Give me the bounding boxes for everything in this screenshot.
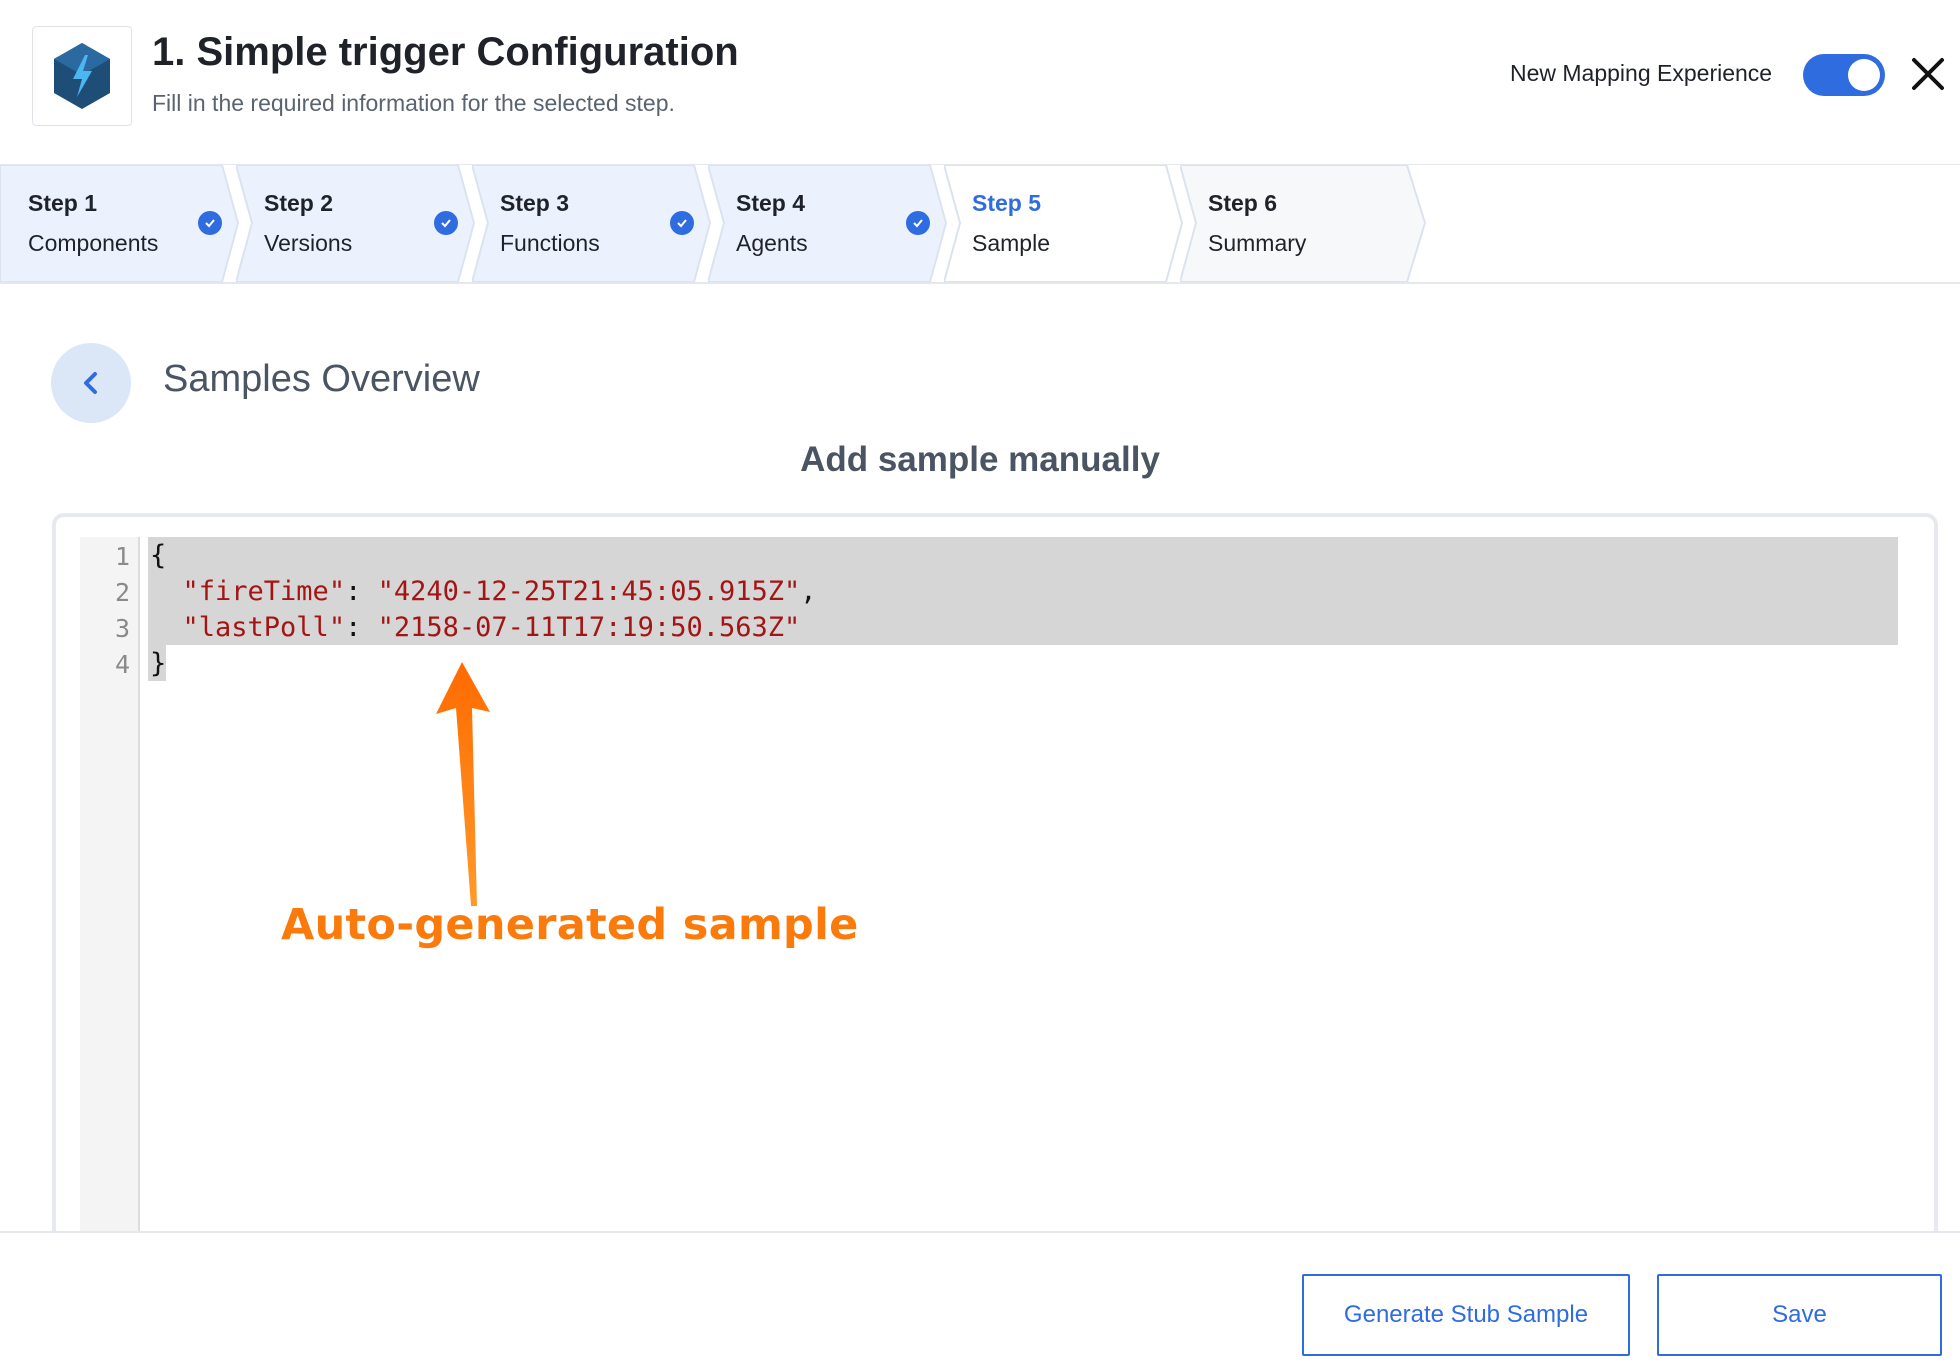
json-value: "4240-12-25T21:45:05.915Z": [377, 576, 801, 607]
json-key: "lastPoll": [182, 612, 346, 643]
line-number: 1: [114, 542, 130, 571]
chevron-left-icon: [84, 372, 97, 394]
generate-stub-sample-button[interactable]: Generate Stub Sample: [1302, 1274, 1630, 1356]
back-button[interactable]: [51, 343, 131, 423]
step-title: Step 1: [28, 190, 98, 216]
checkmark-icon: [434, 211, 458, 235]
line-number-gutter: 1 2 3 4: [80, 537, 140, 1237]
step-sample[interactable]: Step 5 Sample: [944, 165, 1184, 282]
code-content[interactable]: { "fireTime": "4240-12-25T21:45:05.915Z"…: [148, 537, 1904, 1237]
close-icon: [1912, 58, 1944, 90]
code-line: "fireTime": "4240-12-25T21:45:05.915Z",: [182, 576, 817, 607]
json-key: "fireTime": [182, 576, 346, 607]
step-progress-bar: Step 1 Components Step 2 Versions Step 3…: [0, 165, 1960, 284]
step-components[interactable]: Step 1 Components: [0, 165, 240, 282]
step-label: Components: [28, 230, 159, 256]
save-button[interactable]: Save: [1657, 1274, 1942, 1356]
sample-heading: Add sample manually: [800, 440, 1160, 479]
step-agents[interactable]: Step 4 Agents: [708, 165, 948, 282]
step-title: Step 3: [500, 190, 570, 216]
step-label: Agents: [736, 230, 808, 256]
step-label: Summary: [1208, 230, 1307, 256]
code-line: }: [150, 648, 167, 679]
code-line: {: [150, 540, 167, 571]
step-summary[interactable]: Step 6 Summary: [1180, 165, 1430, 282]
line-number: 3: [114, 614, 130, 643]
section-title: Samples Overview: [163, 358, 480, 400]
step-versions[interactable]: Step 2 Versions: [236, 165, 476, 282]
step-background: [1180, 165, 1427, 282]
json-value: "2158-07-11T17:19:50.563Z": [377, 612, 801, 643]
annotation-arrow: [436, 662, 490, 906]
code-editor[interactable]: 1 2 3 4 { "fireTime": "4240-12-25T21:45:…: [52, 513, 1938, 1237]
lightning-hexagon-icon: [54, 43, 110, 109]
mapping-toggle-label: New Mapping Experience: [1510, 60, 1773, 86]
page-footer: Generate Stub Sample Save: [0, 1231, 1960, 1368]
app-logo: [32, 26, 132, 126]
step-background: [944, 165, 1184, 282]
step-label: Functions: [500, 230, 600, 256]
line-number: 2: [114, 578, 130, 607]
checkmark-icon: [906, 211, 930, 235]
code-line: "lastPoll": "2158-07-11T17:19:50.563Z": [182, 612, 801, 643]
close-button[interactable]: [1908, 54, 1948, 94]
page-header: 1. Simple trigger Configuration Fill in …: [0, 0, 1960, 166]
checkmark-icon: [198, 211, 222, 235]
line-number: 4: [114, 650, 130, 679]
toggle-knob: [1848, 59, 1880, 91]
step-title: Step 6: [1208, 190, 1278, 216]
page-title: 1. Simple trigger Configuration: [152, 30, 739, 74]
step-functions[interactable]: Step 3 Functions: [472, 165, 712, 282]
annotation-label: Auto-generated sample: [281, 900, 859, 950]
step-title: Step 5: [972, 190, 1042, 216]
step-title: Step 2: [264, 190, 334, 216]
checkmark-icon: [670, 211, 694, 235]
step-label: Versions: [264, 230, 353, 256]
step-label: Sample: [972, 230, 1050, 256]
page-subtitle: Fill in the required information for the…: [152, 90, 675, 116]
mapping-toggle[interactable]: [1803, 54, 1885, 96]
step-title: Step 4: [736, 190, 806, 216]
